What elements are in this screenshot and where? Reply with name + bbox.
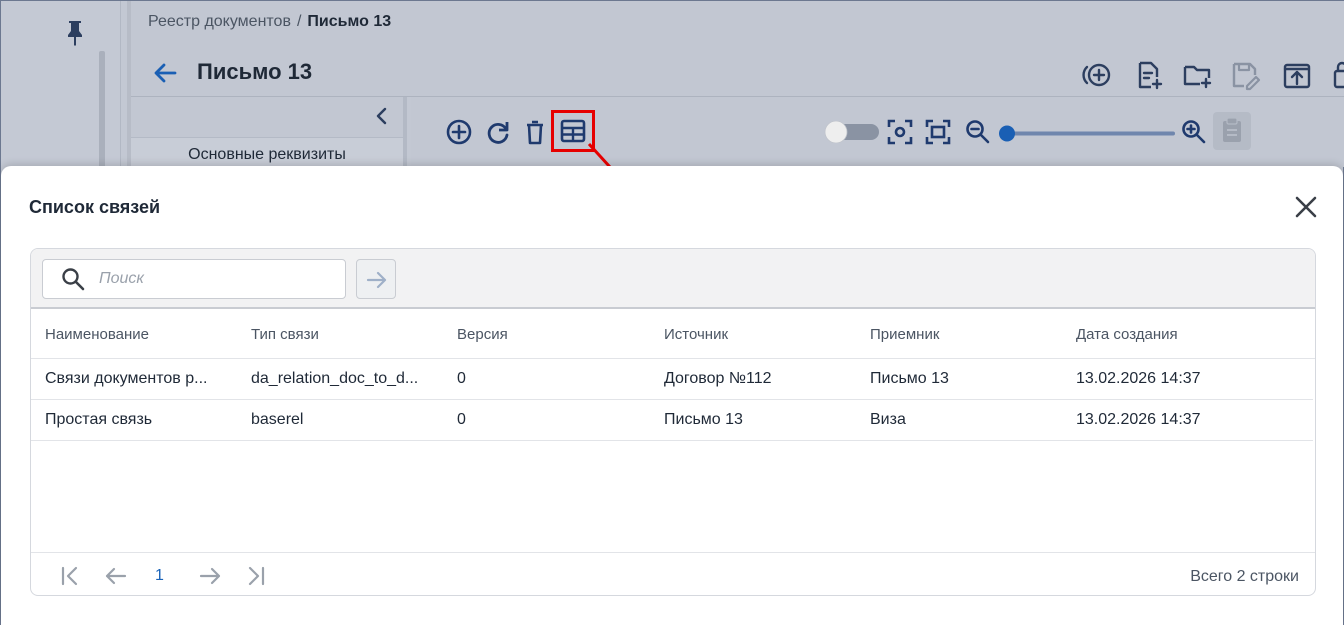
breadcrumb: Реестр документов / Письмо 13	[148, 13, 391, 31]
relations-dialog: Список связей Наименование Тип связи Вер…	[1, 166, 1343, 625]
cell-text: baserel	[251, 411, 304, 428]
toggle-switch[interactable]	[823, 121, 881, 143]
delete-icon[interactable]	[520, 117, 550, 147]
cell-created-date: 13.02.2026 14:37	[1076, 370, 1201, 387]
clipboard-button[interactable]	[1213, 112, 1251, 150]
cell-target: Виза	[870, 411, 906, 428]
dialog-title: Список связей	[29, 197, 161, 217]
table-icon	[560, 119, 586, 143]
column-header-relation-type[interactable]: Тип связи	[251, 311, 447, 358]
table-view-button[interactable]	[551, 110, 595, 152]
previous-page-icon[interactable]	[103, 563, 129, 589]
column-header-name[interactable]: Наименование	[45, 311, 241, 358]
arrow-right-icon	[366, 271, 387, 289]
back-arrow-icon[interactable]	[151, 59, 179, 87]
grid-toolbar	[31, 249, 1315, 309]
cell-source: Письмо 13	[664, 411, 743, 428]
cell-text: da_relation_doc_to_d...	[251, 370, 419, 387]
cell-source: Договор №112	[664, 370, 772, 387]
zoom-slider[interactable]	[999, 121, 1179, 145]
cell-name: Простая связь	[45, 400, 241, 440]
cell-version: 0	[457, 411, 466, 428]
column-header-target[interactable]: Приемник	[870, 311, 1066, 358]
viewer-toolbar	[411, 97, 1344, 167]
table-row[interactable]: Простая связь baserel 0 Письмо 13 Виза 1…	[31, 400, 1313, 441]
fit-page-icon[interactable]	[923, 117, 953, 147]
clipboard-icon	[1223, 117, 1241, 142]
upload-icon[interactable]	[1281, 59, 1313, 91]
relations-grid: Наименование Тип связи Версия Источник П…	[30, 248, 1316, 596]
add-icon[interactable]	[444, 117, 474, 147]
add-circle-icon[interactable]	[1081, 59, 1113, 91]
column-header-created-date[interactable]: Дата создания	[1076, 311, 1296, 358]
cell-text: Связи документов р...	[45, 370, 208, 387]
search-box[interactable]	[42, 259, 346, 299]
cell-text: Простая связь	[45, 411, 153, 428]
refresh-icon[interactable]	[483, 117, 513, 147]
table-row[interactable]: Связи документов р... da_relation_doc_to…	[31, 359, 1313, 400]
page-header: Реестр документов / Письмо 13 Письмо 13	[131, 1, 1344, 97]
breadcrumb-current: Письмо 13	[307, 13, 392, 30]
search-go-button[interactable]	[356, 259, 396, 299]
new-document-icon[interactable]	[1133, 59, 1165, 91]
cell-name: Связи документов р...	[45, 359, 241, 399]
breadcrumb-separator: /	[296, 13, 302, 30]
cell-target: Письмо 13	[870, 370, 949, 387]
chevron-left-icon[interactable]	[371, 105, 393, 127]
last-page-icon[interactable]	[243, 563, 269, 589]
cell-version: 0	[457, 370, 466, 387]
first-page-icon[interactable]	[57, 563, 83, 589]
zoom-out-icon[interactable]	[963, 117, 993, 147]
page-title: Письмо 13	[197, 59, 313, 84]
close-icon[interactable]	[1291, 192, 1321, 222]
lock-icon[interactable]	[1329, 59, 1344, 91]
breadcrumb-root[interactable]: Реестр документов	[148, 13, 291, 30]
pin-icon[interactable]	[63, 19, 87, 47]
rail-scrollbar[interactable]	[99, 51, 105, 181]
next-page-icon[interactable]	[197, 563, 223, 589]
column-header-version[interactable]: Версия	[457, 311, 653, 358]
total-rows-label: Всего 2 строки	[1190, 568, 1299, 585]
cell-created-date: 13.02.2026 14:37	[1076, 411, 1201, 428]
search-icon	[62, 268, 85, 291]
table-header: Наименование Тип связи Версия Источник П…	[31, 311, 1315, 359]
tab-main-attributes[interactable]: Основные реквизиты	[131, 137, 403, 167]
edit-save-icon[interactable]	[1229, 59, 1261, 91]
zoom-in-icon[interactable]	[1179, 117, 1209, 147]
column-header-source[interactable]: Источник	[664, 311, 860, 358]
pagination-bar: 1 Всего 2 строки	[31, 552, 1315, 595]
zoom-slider-thumb[interactable]	[999, 125, 1015, 142]
new-folder-icon[interactable]	[1181, 59, 1213, 91]
cell-relation-type: baserel	[251, 400, 431, 440]
cell-relation-type: da_relation_doc_to_d...	[251, 359, 431, 399]
fit-selection-icon[interactable]	[885, 117, 915, 147]
search-input[interactable]	[99, 266, 339, 292]
side-panel: Основные реквизиты	[131, 97, 407, 167]
current-page-number[interactable]: 1	[155, 567, 164, 585]
